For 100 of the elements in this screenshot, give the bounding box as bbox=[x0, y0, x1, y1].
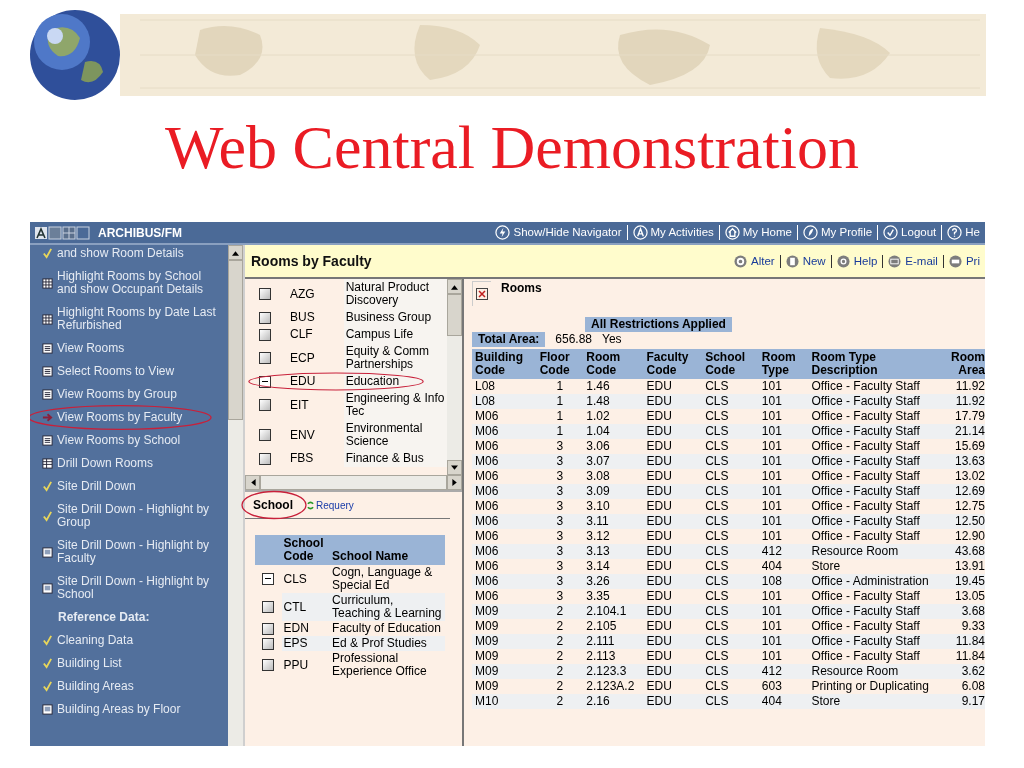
table-cell: M06 bbox=[472, 409, 537, 424]
table-cell: 1 bbox=[536, 424, 584, 439]
navigator-item[interactable]: View Rooms by Group bbox=[57, 388, 177, 401]
table-cell: CLS bbox=[702, 619, 759, 634]
navigator-item[interactable]: View Rooms by School bbox=[57, 434, 181, 447]
action-link[interactable]: E-mail bbox=[882, 254, 943, 268]
navigator-item[interactable]: Building List bbox=[57, 657, 122, 670]
navigator-item[interactable]: Site Drill Down - Highlight by Group bbox=[57, 503, 224, 529]
scroll-left-icon bbox=[249, 479, 256, 486]
column-header: School Code bbox=[281, 535, 331, 565]
table-cell: Campus Life bbox=[343, 326, 447, 343]
navigator-item[interactable]: View Rooms bbox=[57, 342, 125, 355]
nav-link[interactable]: He bbox=[941, 225, 985, 240]
scrollbar-thumb[interactable] bbox=[447, 294, 462, 336]
checkbox[interactable] bbox=[258, 452, 271, 465]
table-cell: Office - Faculty Staff bbox=[808, 409, 939, 424]
table-cell: 2.113 bbox=[583, 649, 644, 664]
navigator-item[interactable]: Highlight Rooms by Date Last Refurbished bbox=[57, 306, 224, 332]
table-cell: EDU bbox=[643, 484, 703, 499]
action-link[interactable]: New bbox=[779, 254, 831, 268]
checkbox[interactable] bbox=[258, 311, 271, 324]
table-cell: EDU bbox=[643, 664, 703, 679]
navigator-item[interactable]: Site Drill Down - Highlight by School bbox=[57, 575, 224, 601]
table-cell: 101 bbox=[758, 454, 809, 469]
checkbox[interactable] bbox=[258, 288, 271, 301]
nav-link[interactable]: My Profile bbox=[797, 225, 878, 240]
checkbox[interactable] bbox=[262, 659, 275, 672]
checkbox[interactable] bbox=[258, 352, 271, 365]
navigator-item[interactable]: Drill Down Rooms bbox=[57, 457, 154, 470]
navigator-item[interactable]: Cleaning Data bbox=[57, 634, 134, 647]
table-cell: CLS bbox=[702, 529, 759, 544]
table-cell: 1.04 bbox=[583, 424, 644, 439]
action-link[interactable]: Alter bbox=[729, 254, 780, 268]
table-cell: 404 bbox=[758, 559, 809, 574]
table-cell: 3.11 bbox=[583, 514, 644, 529]
total-label: Total Area: bbox=[472, 332, 546, 347]
table-cell: CLS bbox=[702, 409, 759, 424]
table-cell: M06 bbox=[472, 499, 537, 514]
column-header: Room Code bbox=[583, 349, 644, 379]
checkbox[interactable] bbox=[258, 429, 271, 442]
table-cell: CLS bbox=[702, 439, 759, 454]
table-cell: 603 bbox=[758, 679, 809, 694]
navigator-item[interactable]: Building Areas by Floor bbox=[57, 703, 181, 716]
navigator-item[interactable]: Building Areas bbox=[57, 680, 134, 693]
checkbox[interactable] bbox=[258, 399, 271, 412]
table-cell: 101 bbox=[758, 619, 809, 634]
checkbox[interactable] bbox=[262, 573, 275, 586]
nav-link[interactable]: My Activities bbox=[626, 225, 719, 240]
scrollbar[interactable] bbox=[228, 245, 243, 746]
table-cell: 2.123A.2 bbox=[583, 679, 644, 694]
table-cell: 3 bbox=[536, 544, 584, 559]
table-cell: 11.84 bbox=[938, 634, 985, 649]
checkbox[interactable] bbox=[262, 601, 275, 614]
navigator-item[interactable]: Site Drill Down bbox=[57, 480, 136, 493]
table-cell: 21.14 bbox=[938, 424, 985, 439]
table-cell: Office - Faculty Staff bbox=[808, 379, 939, 394]
table-cell: 101 bbox=[758, 634, 809, 649]
table-cell: 2 bbox=[536, 619, 584, 634]
table-cell: M09 bbox=[472, 604, 537, 619]
scrollbar[interactable] bbox=[447, 279, 462, 475]
nav-link[interactable]: Show/Hide Navigator bbox=[490, 225, 627, 240]
table-cell: EDU bbox=[643, 514, 703, 529]
action-link[interactable]: Pri bbox=[942, 254, 985, 268]
close-button[interactable] bbox=[472, 281, 491, 306]
action-link[interactable]: Help bbox=[830, 254, 883, 268]
requery-link[interactable]: Requery bbox=[307, 499, 354, 511]
restriction-status: Yes bbox=[602, 332, 622, 347]
table-cell: PPU bbox=[281, 651, 331, 679]
table-cell: 101 bbox=[758, 484, 809, 499]
table-cell: Business Group bbox=[343, 309, 447, 326]
navigator-item[interactable]: Select Rooms to View bbox=[57, 365, 175, 378]
table-cell: Faculty of Education bbox=[330, 621, 445, 636]
navigator-item[interactable]: and show Room Details bbox=[57, 247, 184, 260]
table-cell: M09 bbox=[472, 634, 537, 649]
check-icon bbox=[42, 658, 53, 669]
table-cell: M06 bbox=[472, 559, 537, 574]
table-cell: CLS bbox=[702, 679, 759, 694]
table-cell: EDU bbox=[643, 394, 703, 409]
table-cell: M10 bbox=[472, 694, 537, 709]
table-cell: Ed & Prof Studies bbox=[330, 636, 445, 651]
scrollbar-thumb[interactable] bbox=[228, 260, 243, 420]
checkbox[interactable] bbox=[258, 328, 271, 341]
navigator-item[interactable]: Highlight Rooms by School and show Occupant Details bbox=[57, 270, 224, 296]
table-cell: 13.05 bbox=[938, 589, 985, 604]
nav-link[interactable]: Logout bbox=[877, 225, 942, 240]
navigator-item[interactable]: Site Drill Down - Highlight by Faculty bbox=[57, 539, 224, 565]
checkbox[interactable] bbox=[262, 637, 275, 650]
table-cell: 101 bbox=[758, 394, 809, 409]
nav-link[interactable]: My Home bbox=[718, 225, 797, 240]
house-icon bbox=[724, 225, 740, 240]
table-cell: 101 bbox=[758, 529, 809, 544]
checkbox[interactable] bbox=[262, 622, 275, 635]
table-cell: EIT bbox=[284, 390, 344, 420]
table-cell: CLS bbox=[702, 634, 759, 649]
table-cell: ENV bbox=[284, 420, 344, 450]
table-cell: EDU bbox=[643, 469, 703, 484]
table-cell: Office - Faculty Staff bbox=[808, 469, 939, 484]
table-cell: 3.12 bbox=[583, 529, 644, 544]
list-icon bbox=[42, 343, 53, 354]
section-heading: Reference Data: bbox=[58, 611, 150, 624]
